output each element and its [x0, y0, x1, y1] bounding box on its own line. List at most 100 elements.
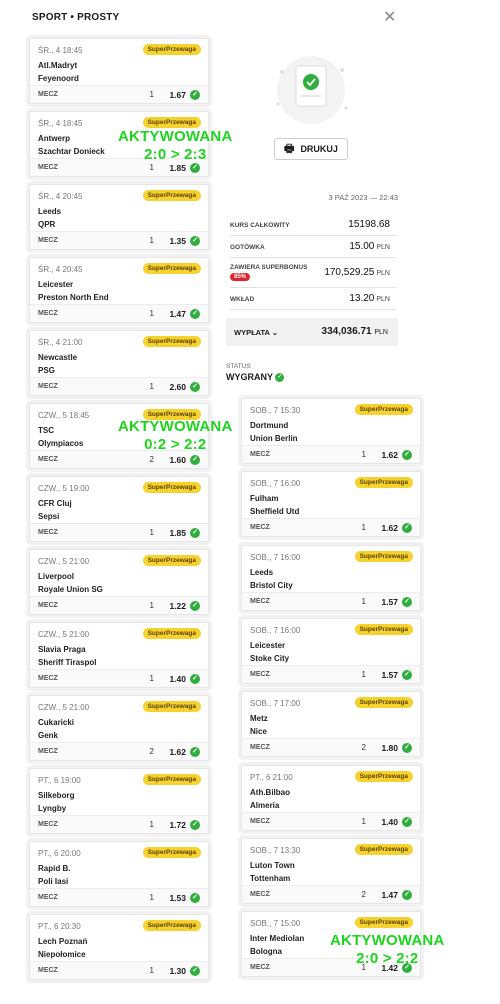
- away-team: Genk: [38, 731, 59, 740]
- bet-card[interactable]: SOB., 7 17:00 SuperPrzewaga Metz Nice MECZ 2 1…: [241, 691, 421, 758]
- bet-footer: MECZ 1 1.72 ✓: [30, 815, 208, 833]
- bet-card[interactable]: SOB., 7 16:00 SuperPrzewaga Leeds Bristol C…: [241, 544, 421, 611]
- bet-card[interactable]: SOB., 7 16:00 SuperPrzewaga Fulham Sheffiel…: [241, 471, 421, 538]
- bet-odds: 1.53: [169, 893, 186, 903]
- away-team: Nice: [250, 727, 267, 737]
- bet-card[interactable]: PT., 6 19:00 SuperPrzewaga Silkeborg Lyngby…: [29, 768, 209, 834]
- bet-odds: 1.47: [169, 309, 186, 319]
- superprzewaga-badge: SuperPrzewaga: [142, 336, 201, 347]
- bet-card[interactable]: PT., 6 20:00 SuperPrzewaga Rapid B. Poli Ia…: [29, 841, 209, 907]
- bet-footer: MECZ 1 1.47 ✓: [30, 304, 208, 322]
- bet-card[interactable]: PT., 6 20:30 SuperPrzewaga Lech Poznań Niep…: [29, 914, 209, 980]
- check-icon: ✓: [190, 966, 200, 976]
- bet-type: MECZ: [250, 524, 270, 532]
- bet-type: MECZ: [38, 748, 58, 755]
- bet-card[interactable]: SOB., 7 15:30 SuperPrzewaga Dortmund Union …: [241, 398, 421, 464]
- total-odds-row: KURS CAŁKOWITY 15198.68: [230, 214, 396, 236]
- bet-card[interactable]: ŚR., 4 20:45 SuperPrzewaga Leicester Presto…: [29, 257, 209, 323]
- superprzewaga-badge: SuperPrzewaga: [354, 404, 413, 415]
- bet-card[interactable]: ŚR., 4 20:45 SuperPrzewaga Leeds QPR MECZ 1 1.…: [29, 184, 209, 250]
- bet-card[interactable]: CZW., 5 21:00 SuperPrzewaga Slavia Praga Sh…: [29, 622, 209, 688]
- bet-pick: 1: [361, 450, 366, 459]
- home-team: Atl.Madryt: [38, 61, 78, 70]
- annotation-3: AKTYWOWANA 2:0 > 2:2: [330, 932, 445, 967]
- bet-footer: MECZ 1 1.22 ✓: [30, 596, 208, 614]
- printer-icon: 🖶: [284, 143, 295, 155]
- top-bar: SPORT • PROSTY ✕: [0, 0, 410, 34]
- bet-type: MECZ: [38, 894, 58, 901]
- bet-type: MECZ: [38, 237, 58, 244]
- bet-card[interactable]: CZW., 5 21:00 SuperPrzewaga Cukaricki Genk M…: [29, 695, 209, 761]
- bet-type: MECZ: [38, 383, 58, 390]
- away-team: Olympiacos: [38, 439, 84, 448]
- bet-datetime: PT., 6 20:00: [38, 849, 81, 858]
- bet-pick: 1: [361, 816, 366, 826]
- check-icon: ✓: [402, 523, 412, 534]
- bet-footer: MECZ 1 1.57 ✓: [242, 664, 420, 683]
- check-icon: ✓: [190, 455, 200, 465]
- bet-pick: 1: [149, 893, 154, 902]
- bet-odds: 1.22: [169, 601, 186, 611]
- bet-footer: MECZ 1 1.53 ✓: [30, 888, 208, 906]
- superbonus-value: 170,529.25: [324, 267, 375, 278]
- total-odds-value: 15198.68: [348, 219, 390, 230]
- bet-footer: MECZ 2 1.47 ✓: [242, 884, 420, 903]
- bet-datetime: SOB., 7 15:00: [250, 919, 301, 929]
- bet-date: 3 PAŹ 2023 — 22:43: [328, 193, 399, 202]
- check-icon: ✓: [190, 90, 200, 100]
- bet-type: MECZ: [250, 964, 270, 972]
- home-team: Metz: [250, 714, 268, 724]
- check-icon: ✓: [275, 373, 285, 383]
- bet-card[interactable]: SOB., 7 16:00 SuperPrzewaga Leicester Stoke…: [241, 617, 421, 684]
- superprzewaga-badge: SuperPrzewaga: [354, 917, 413, 929]
- bet-footer: MECZ 1 1.62 ✓: [242, 445, 420, 463]
- superprzewaga-badge: SuperPrzewaga: [354, 770, 413, 782]
- bet-pick: 1: [361, 523, 366, 533]
- bet-pick: 2: [361, 743, 366, 753]
- home-team: Newcastle: [38, 353, 78, 362]
- bet-footer: MECZ 1 1.62 ✓: [242, 518, 420, 537]
- bet-card[interactable]: SOB., 7 13:30 SuperPrzewaga Luton Town Tott…: [241, 837, 421, 904]
- superprzewaga-badge: SuperPrzewaga: [354, 550, 413, 562]
- bet-card[interactable]: CZW., 5 19:00 SuperPrzewaga CFR Cluj Sepsi M…: [29, 476, 209, 542]
- superprzewaga-badge: SuperPrzewaga: [354, 623, 413, 635]
- chevron-down-icon: ⌄: [271, 328, 279, 337]
- away-team: Tottenham: [250, 873, 291, 883]
- payout-row[interactable]: WYPŁATA ⌄ 334,036.71 PLN: [226, 318, 398, 346]
- home-team: Dortmund: [250, 421, 289, 430]
- bet-type: MECZ: [250, 744, 270, 752]
- bet-pick: 1: [149, 163, 154, 172]
- home-team: Ath.Bilbao: [250, 787, 290, 797]
- cash-value: 15.00: [349, 241, 375, 252]
- bet-footer: MECZ 1 1.85 ✓: [30, 523, 208, 541]
- away-team: Sheffield Utd: [250, 507, 300, 517]
- bet-datetime: ŚR., 4 18:45: [38, 46, 83, 55]
- bet-odds: 1.40: [169, 674, 186, 684]
- bet-pick: 1: [149, 820, 154, 829]
- bet-datetime: SOB., 7 16:00: [250, 625, 301, 635]
- payout-value: 334,036.71: [321, 326, 372, 337]
- stake-value: 13.20: [349, 293, 375, 304]
- bet-pick: 1: [149, 601, 154, 610]
- close-icon[interactable]: ✕: [383, 10, 396, 26]
- bet-type: MECZ: [38, 164, 58, 171]
- bet-type: MECZ: [250, 597, 270, 605]
- check-icon: ✓: [190, 309, 200, 319]
- check-icon: ✓: [402, 743, 412, 754]
- home-team: Slavia Praga: [38, 645, 86, 654]
- home-team: Cukaricki: [38, 718, 75, 727]
- status-label: STATUS: [226, 363, 251, 370]
- bet-pick: 1: [149, 966, 154, 975]
- bet-datetime: CZW., 5 19:00: [38, 484, 90, 493]
- bet-card[interactable]: ŚR., 4 18:45 SuperPrzewaga Atl.Madryt Feyen…: [29, 38, 209, 104]
- bet-datetime: PT., 6 21:00: [250, 772, 293, 782]
- bet-odds: 1.57: [381, 669, 398, 680]
- bet-datetime: SOB., 7 15:30: [250, 406, 301, 415]
- cash-row: GOTÓWKA 15.00 PLN: [230, 236, 396, 258]
- print-button[interactable]: 🖶 DRUKUJ: [274, 138, 348, 160]
- bet-card[interactable]: ŚR., 4 21:00 SuperPrzewaga Newcastle PSG MEC…: [29, 330, 209, 396]
- home-team: Leicester: [38, 280, 74, 289]
- bet-card[interactable]: PT., 6 21:00 SuperPrzewaga Ath.Bilbao Almer…: [241, 764, 421, 831]
- bet-card[interactable]: CZW., 5 21:00 SuperPrzewaga Liverpool Royal…: [29, 549, 209, 615]
- bet-odds: 1.40: [381, 816, 398, 827]
